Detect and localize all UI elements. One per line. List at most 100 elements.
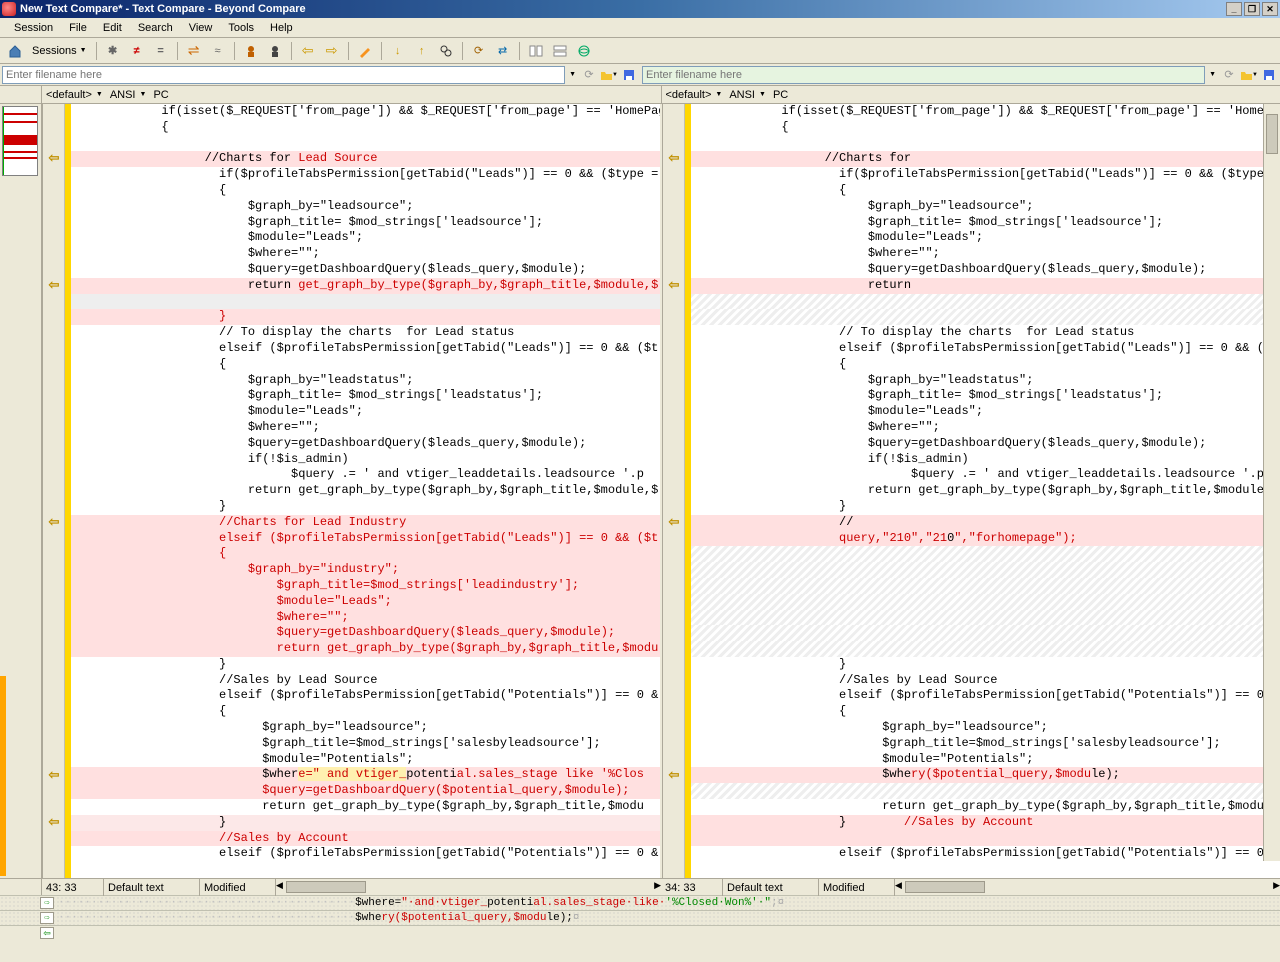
menu-view[interactable]: View [181,20,221,36]
code-line[interactable]: //Charts for Lead Industry [71,515,660,531]
code-line[interactable]: { [71,183,660,199]
diff-button[interactable]: ≠ [126,40,148,62]
next-diff-button[interactable]: ↓ [387,40,409,62]
code-line[interactable]: $where=""; [71,246,660,262]
code-line[interactable]: elseif ($profileTabsPermission[getTabid(… [691,341,1280,357]
close-button[interactable]: ✕ [1262,2,1278,16]
code-line[interactable]: $query .= ' and vtiger_leaddetails.leads… [71,467,660,483]
approx-button[interactable]: ≈ [207,40,229,62]
code-line[interactable]: // [691,515,1280,531]
code-line[interactable] [71,136,660,152]
open-right-button[interactable]: ▼ [1240,66,1258,84]
code-line[interactable]: $graph_by="industry"; [71,562,660,578]
left-file-input[interactable] [2,66,565,84]
menu-file[interactable]: File [61,20,95,36]
code-line[interactable]: $whery($potential_query,$module); [691,767,1280,783]
reload-button[interactable]: ⟳ [468,40,490,62]
code-line[interactable]: $query=getDashboardQuery($potential_quer… [71,783,660,799]
code-line[interactable]: $query=getDashboardQuery($leads_query,$m… [691,262,1280,278]
code-line[interactable]: $module="Leads"; [691,404,1280,420]
code-line[interactable]: if(isset($_REQUEST['from_page']) && $_RE… [71,104,660,120]
right-file-input[interactable] [642,66,1205,84]
code-line[interactable]: elseif ($profileTabsPermission[getTabid(… [71,846,660,862]
code-line[interactable]: $query=getDashboardQuery($leads_query,$m… [71,625,660,641]
view-over-button[interactable] [549,40,571,62]
diff-marker-icon[interactable]: ⇦ [665,278,683,292]
left-format-default[interactable]: <default> [46,89,92,101]
code-line[interactable]: $graph_title=$mod_strings['leadindustry'… [71,578,660,594]
code-line[interactable] [691,831,1280,847]
chevron-down-icon[interactable]: ▼ [96,91,103,98]
left-h-scrollbar[interactable]: ◀▶ [276,879,661,895]
code-line[interactable] [691,562,1280,578]
code-line[interactable]: if(isset($_REQUEST['from_page']) && $_RE… [691,104,1280,120]
code-line[interactable]: } [691,499,1280,515]
code-line[interactable] [691,578,1280,594]
maximize-button[interactable]: ❐ [1244,2,1260,16]
code-line[interactable]: { [71,704,660,720]
code-line[interactable] [691,625,1280,641]
chevron-down-icon[interactable]: ▼ [140,91,147,98]
code-line[interactable]: } [71,815,660,831]
diff-marker-icon[interactable]: ⇦ [45,151,63,165]
code-line[interactable]: $where=""; [691,246,1280,262]
code-line[interactable]: return get_graph_by_type($graph_by,$grap… [71,641,660,657]
menu-session[interactable]: Session [6,20,61,36]
code-line[interactable]: $module="Leads"; [691,230,1280,246]
code-line[interactable]: $graph_title=$mod_strings['salesbyleadso… [691,736,1280,752]
code-line[interactable]: $graph_by="leadsource"; [71,720,660,736]
code-line[interactable]: $graph_title= $mod_strings['leadsource']… [71,215,660,231]
code-line[interactable] [691,294,1280,310]
code-line[interactable]: $module="Leads"; [71,594,660,610]
menu-search[interactable]: Search [130,20,181,36]
code-line[interactable]: $where=" and vtiger_potential.sales_stag… [71,767,660,783]
code-line[interactable] [691,641,1280,657]
code-line[interactable]: $graph_by="leadstatus"; [71,373,660,389]
code-line[interactable]: $query=getDashboardQuery($leads_query,$m… [71,262,660,278]
code-line[interactable]: return get_graph_by_type($graph_by,$grap… [71,483,660,499]
left-code-area[interactable]: if(isset($_REQUEST['from_page']) && $_RE… [71,104,660,878]
diff-marker-icon[interactable]: ⇦ [45,768,63,782]
code-line[interactable]: $graph_title= $mod_strings['leadsource']… [691,215,1280,231]
code-line[interactable]: $where=""; [71,420,660,436]
open-left-button[interactable]: ▼ [600,66,618,84]
code-line[interactable]: elseif ($profileTabsPermission[getTabid(… [71,531,660,547]
diff-marker-icon[interactable]: ⇦ [665,768,683,782]
code-line[interactable]: $module="Potentials"; [71,752,660,768]
format-button[interactable] [240,40,262,62]
code-line[interactable]: } [691,657,1280,673]
code-line[interactable]: $module="Leads"; [71,230,660,246]
code-line[interactable] [691,783,1280,799]
edit-button[interactable] [354,40,376,62]
save-right-button[interactable] [1260,66,1278,84]
code-line[interactable] [691,546,1280,562]
vertical-scrollbar[interactable] [1263,104,1280,861]
all-button[interactable]: ✱ [102,40,124,62]
code-line[interactable] [691,594,1280,610]
code-line[interactable]: //Sales by Lead Source [691,673,1280,689]
browse-left-icon[interactable]: ⟳ [580,66,598,84]
right-h-scrollbar[interactable]: ◀▶ [895,879,1280,895]
save-left-button[interactable] [620,66,638,84]
code-line[interactable]: //Charts for [691,151,1280,167]
code-line[interactable]: $query=getDashboardQuery($leads_query,$m… [691,436,1280,452]
view-web-button[interactable] [573,40,595,62]
browse-right-icon[interactable]: ⟳ [1220,66,1238,84]
view-side-button[interactable] [525,40,547,62]
menu-edit[interactable]: Edit [95,20,130,36]
copy-arrow-icon[interactable]: ⇨ [40,897,54,909]
code-line[interactable]: $graph_by="leadsource"; [691,199,1280,215]
code-line[interactable]: } [71,657,660,673]
code-line[interactable]: { [691,183,1280,199]
code-line[interactable] [691,136,1280,152]
diff-marker-icon[interactable]: ⇦ [665,515,683,529]
diff-marker-icon[interactable]: ⇦ [45,278,63,292]
code-line[interactable]: $query .= ' and vtiger_leaddetails.leads… [691,467,1280,483]
code-line[interactable] [71,294,660,310]
code-line[interactable]: // To display the charts for Lead status [691,325,1280,341]
code-line[interactable]: elseif ($profileTabsPermission[getTabid(… [71,688,660,704]
code-line[interactable]: $graph_title= $mod_strings['leadstatus']… [71,388,660,404]
code-line[interactable]: if(!$is_admin) [71,452,660,468]
menu-tools[interactable]: Tools [220,20,262,36]
code-line[interactable] [691,610,1280,626]
